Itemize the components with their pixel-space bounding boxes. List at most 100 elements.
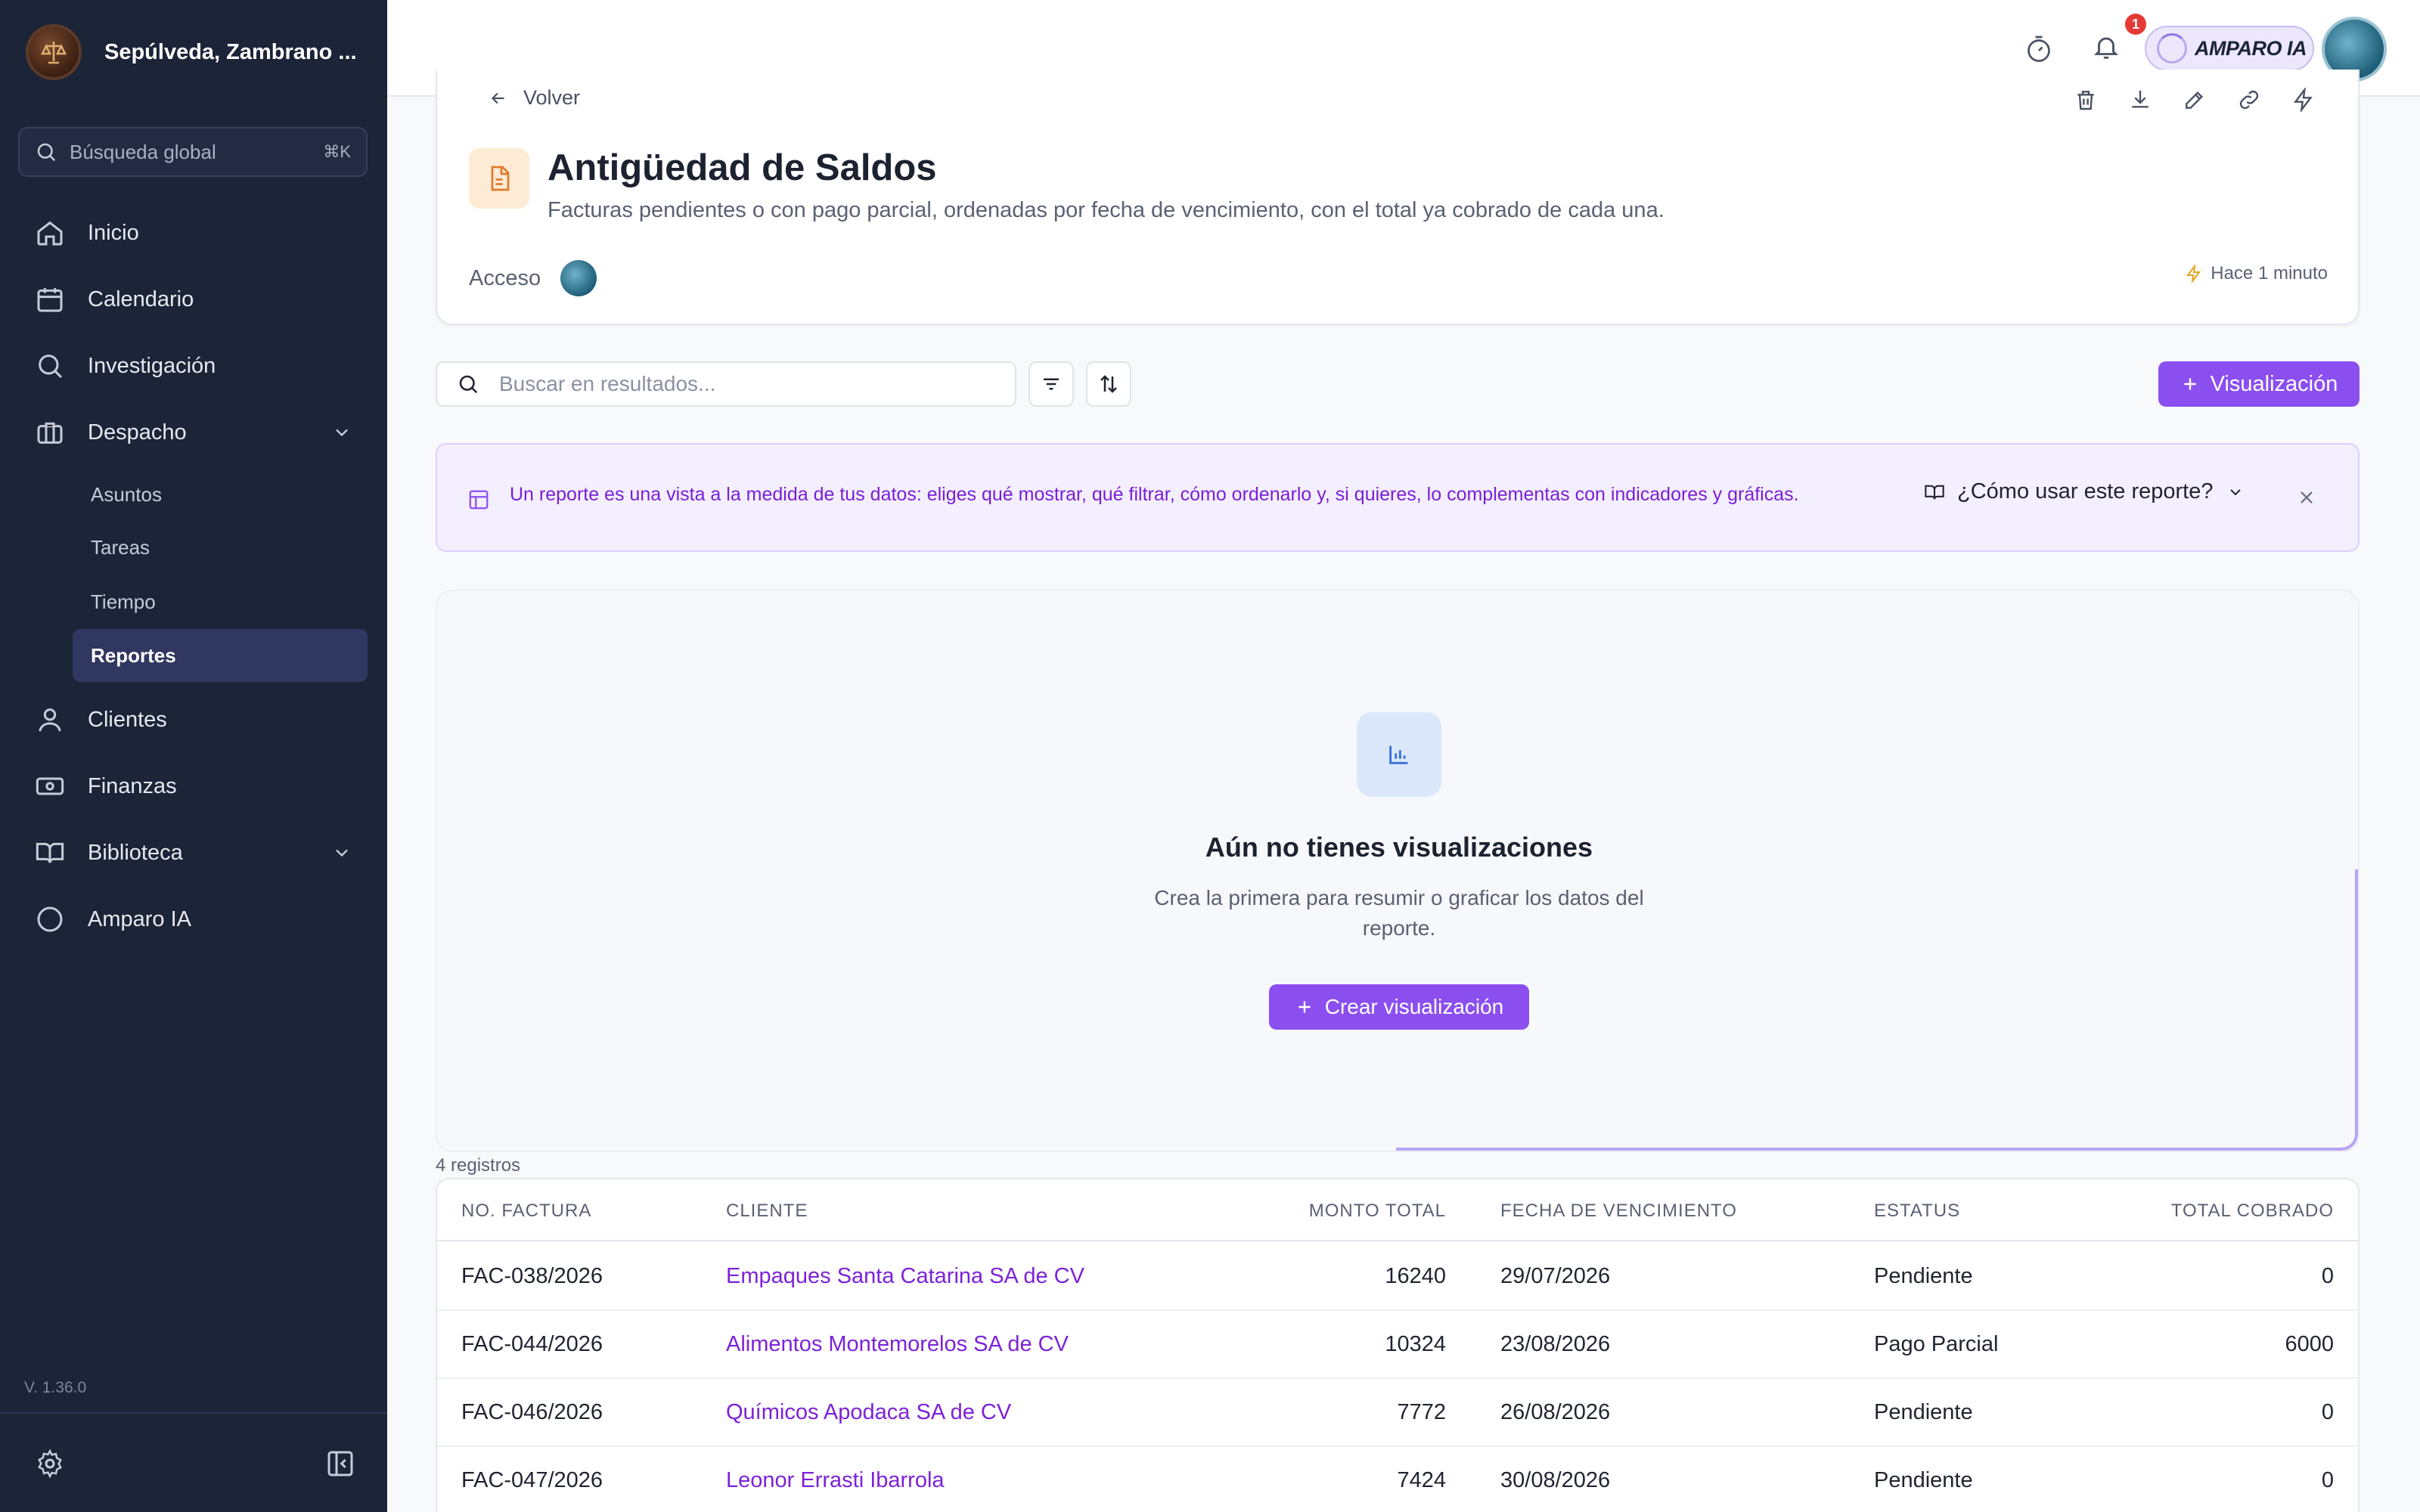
nav-biblioteca[interactable]: Biblioteca (35, 830, 352, 875)
add-visualization-button[interactable]: Visualización (2158, 361, 2360, 407)
nav-finanzas[interactable]: Finanzas (35, 764, 352, 809)
access-user-avatar[interactable] (560, 260, 597, 296)
col-cobrado[interactable]: TOTAL COBRADO (2171, 1201, 2334, 1222)
brand[interactable]: Sepúlveda, Zambrano ... (26, 24, 357, 80)
cell-cliente-link[interactable]: Alimentos Montemorelos SA de CV (726, 1332, 1069, 1357)
col-monto[interactable]: MONTO TOTAL (1309, 1201, 1446, 1222)
global-search[interactable]: Búsqueda global ⌘K (18, 127, 368, 177)
updated-time: Hace 1 minuto (2211, 263, 2328, 284)
filter-button[interactable] (1028, 361, 1074, 407)
report-document-icon (469, 148, 529, 209)
download-icon[interactable] (2128, 88, 2152, 112)
cell-cobrado: 0 (2321, 1468, 2334, 1492)
chevron-down-icon[interactable] (331, 842, 352, 863)
bell-icon[interactable] (2092, 32, 2121, 62)
nav-inicio-label: Inicio (88, 220, 139, 245)
home-icon (37, 221, 63, 246)
nav-clientes[interactable]: Clientes (35, 697, 352, 742)
cell-cobrado: 0 (2321, 1400, 2334, 1424)
book-open-icon (1925, 485, 1944, 500)
nav-tiempo[interactable]: Tiempo (73, 575, 368, 628)
nav-despacho[interactable]: Despacho (35, 410, 352, 455)
info-banner-text: Un reporte es una vista a la medida de t… (510, 484, 1799, 505)
nav-inicio[interactable]: Inicio (35, 210, 352, 256)
close-icon[interactable] (2296, 487, 2317, 508)
results-table: NO. FACTURA CLIENTE MONTO TOTAL FECHA DE… (436, 1178, 2360, 1512)
cell-cobrado: 6000 (2285, 1332, 2334, 1356)
col-estatus[interactable]: ESTATUS (1874, 1201, 1960, 1222)
cell-cliente-link[interactable]: Empaques Santa Catarina SA de CV (726, 1264, 1084, 1289)
sort-arrows-icon (1100, 375, 1117, 393)
cell-estatus: Pendiente (1874, 1264, 1973, 1288)
how-to-use-toggle[interactable]: ¿Cómo usar este reporte? (1924, 479, 2245, 504)
chevron-down-icon (2230, 488, 2242, 495)
calendar-icon (37, 288, 63, 312)
cell-factura: FAC-046/2026 (461, 1400, 603, 1424)
back-link[interactable]: Volver (489, 86, 580, 110)
amparo-ia-button[interactable]: AMPARO IA (2145, 26, 2314, 71)
back-label: Volver (523, 86, 581, 109)
table-header: NO. FACTURA CLIENTE MONTO TOTAL FECHA DE… (437, 1179, 2358, 1241)
nav-reportes[interactable]: Reportes (73, 629, 368, 682)
link-icon[interactable] (2237, 88, 2261, 112)
global-search-placeholder: Búsqueda global (70, 140, 216, 163)
nav-calendario-label: Calendario (88, 287, 194, 311)
table-row: FAC-047/2026 Leonor Errasti Ibarrola 742… (437, 1447, 2358, 1512)
table-icon (469, 490, 489, 510)
book-open-icon (36, 842, 64, 863)
nav-calendario[interactable]: Calendario (35, 277, 352, 322)
nav-amparo-ia[interactable]: Amparo IA (35, 897, 352, 942)
info-banner: Un reporte es una vista a la medida de t… (436, 443, 2360, 552)
col-cliente[interactable]: CLIENTE (726, 1201, 808, 1222)
record-count: 4 registros (436, 1155, 521, 1176)
nav-investigacion[interactable]: Investigación (35, 343, 352, 389)
search-icon (459, 375, 478, 394)
empty-viz-description: Crea la primera para resumir o graficar … (1154, 886, 1644, 940)
trash-icon[interactable] (2074, 88, 2098, 112)
cell-cliente-link[interactable]: Químicos Apodaca SA de CV (726, 1400, 1011, 1425)
cell-vencimiento: 23/08/2026 (1500, 1332, 1611, 1356)
chevron-down-icon[interactable] (331, 422, 352, 443)
lightning-icon[interactable] (2291, 88, 2316, 112)
plus-icon (2184, 378, 2196, 390)
timer-icon[interactable] (2025, 33, 2052, 64)
cell-factura: FAC-044/2026 (461, 1332, 603, 1356)
nav-finanzas-label: Finanzas (88, 773, 177, 798)
report-title: Antigüedad de Saldos (548, 147, 937, 188)
table-row: FAC-044/2026 Alimentos Montemorelos SA d… (437, 1311, 2358, 1379)
table-row: FAC-046/2026 Químicos Apodaca SA de CV 7… (437, 1379, 2358, 1447)
app-version: V. 1.36.0 (24, 1379, 87, 1396)
empty-viz-title: Aún no tienes visualizaciones (1205, 832, 1593, 863)
sidebar-collapse-icon[interactable] (325, 1448, 355, 1479)
sort-button[interactable] (1086, 361, 1131, 407)
gear-icon[interactable] (35, 1448, 65, 1479)
col-vencimiento[interactable]: FECHA DE VENCIMIENTO (1500, 1201, 1737, 1222)
cell-estatus: Pago Parcial (1874, 1332, 1999, 1356)
amparo-spinner-icon (2157, 33, 2187, 64)
results-search-placeholder: Buscar en resultados... (499, 372, 716, 395)
add-visualization-label: Visualización (2210, 371, 2338, 396)
results-search-input[interactable]: Buscar en resultados... (436, 361, 1016, 407)
create-visualization-button[interactable]: Crear visualización (1269, 984, 1529, 1030)
user-icon (39, 708, 61, 732)
plus-icon (1298, 1001, 1311, 1013)
filter-icon (1044, 378, 1059, 390)
nav-investigacion-label: Investigación (88, 353, 216, 378)
nav-amparo-label: Amparo IA (88, 906, 191, 931)
cell-estatus: Pendiente (1874, 1400, 1973, 1424)
edit-icon[interactable] (2183, 88, 2207, 112)
amparo-ia-label: AMPARO IA (2195, 36, 2307, 60)
lightning-icon (2186, 265, 2201, 283)
nav-tareas[interactable]: Tareas (73, 521, 368, 574)
visualizations-panel: Aún no tienes visualizaciones Crea la pr… (436, 590, 2360, 1152)
banknote-icon (36, 777, 64, 795)
nav-asuntos[interactable]: Asuntos (73, 468, 368, 521)
cell-estatus: Pendiente (1874, 1468, 1973, 1492)
cell-monto: 16240 (1385, 1264, 1446, 1288)
briefcase-icon (37, 422, 63, 444)
col-factura[interactable]: NO. FACTURA (461, 1201, 591, 1222)
firm-logo (26, 24, 82, 80)
nav-clientes-label: Clientes (88, 707, 167, 732)
report-actions (2074, 88, 2316, 112)
cell-cliente-link[interactable]: Leonor Errasti Ibarrola (726, 1468, 945, 1493)
